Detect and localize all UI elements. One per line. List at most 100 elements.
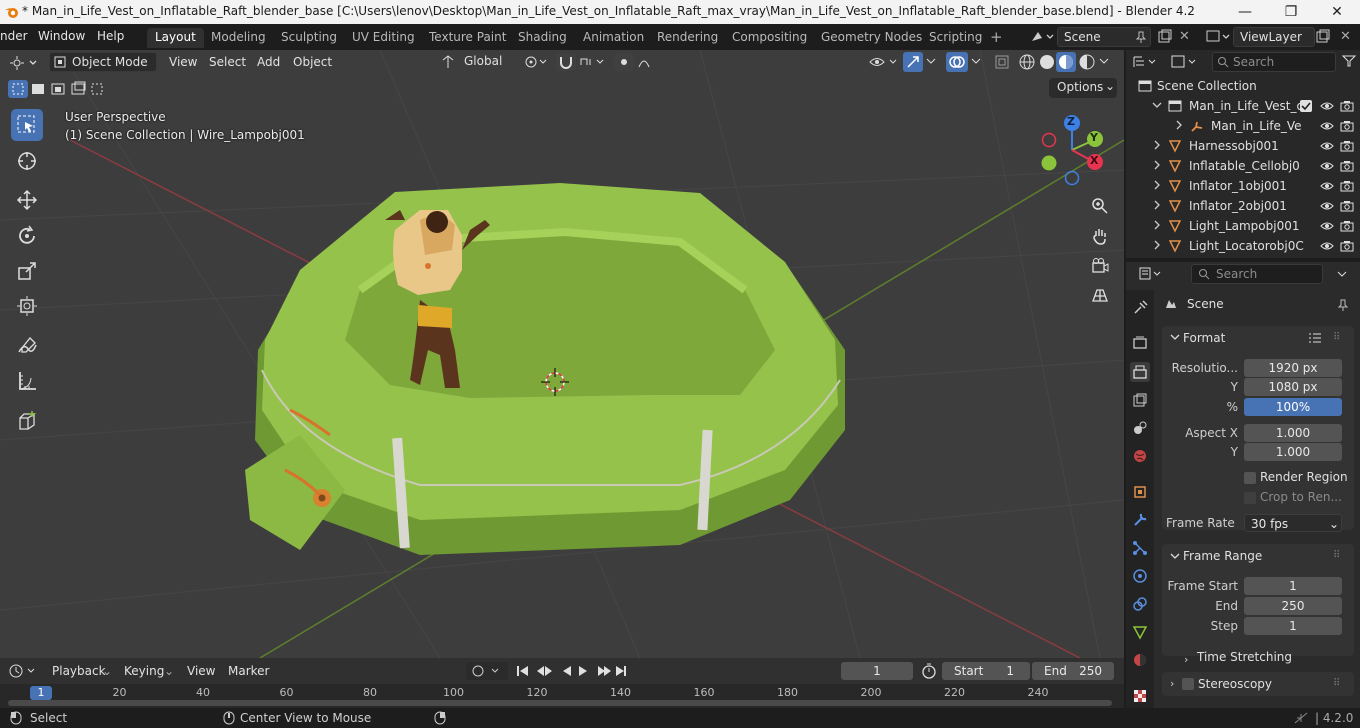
navigation-gizmo[interactable]: Z Y X xyxy=(1036,112,1108,190)
visibility-selector-icon[interactable] xyxy=(868,53,904,71)
tab-uv-editing[interactable]: UV Editing xyxy=(344,28,423,48)
scene-type-icon[interactable] xyxy=(1028,27,1056,47)
transform-orientation-selector[interactable]: Global xyxy=(458,52,514,72)
snap-target-icon[interactable] xyxy=(578,53,608,71)
view-layer-properties-tab[interactable] xyxy=(1130,390,1150,410)
outliner-row[interactable]: Man_in_Life_Ve xyxy=(1126,116,1360,136)
tab-geometry-nodes[interactable]: Geometry Nodes xyxy=(813,28,930,48)
properties-editor-type-icon[interactable] xyxy=(1138,265,1166,283)
chevron-down-icon[interactable] xyxy=(1170,551,1180,561)
add-workspace-button[interactable]: + xyxy=(990,28,1003,46)
tab-modeling[interactable]: Modeling xyxy=(203,28,274,48)
scale-tool[interactable] xyxy=(11,255,43,287)
chevron-right-icon[interactable]: › xyxy=(1170,677,1174,690)
world-properties-tab[interactable] xyxy=(1130,446,1150,466)
options-button[interactable]: Options ⌄ xyxy=(1049,78,1117,98)
resolution-percent-slider[interactable]: 100% xyxy=(1244,398,1342,416)
visibility-eye-icon[interactable] xyxy=(1320,199,1334,213)
visibility-eye-icon[interactable] xyxy=(1320,239,1334,253)
outliner-row[interactable]: Inflator_2obj001 xyxy=(1126,196,1360,216)
shading-dropdown-icon[interactable] xyxy=(1098,55,1110,67)
drag-handle-icon[interactable]: ⠿ xyxy=(1333,678,1340,689)
view-layer-icon[interactable] xyxy=(1204,28,1234,46)
view-layer-selector[interactable]: ViewLayer xyxy=(1233,27,1315,47)
tab-scripting[interactable]: Scripting xyxy=(921,28,990,48)
chevron-down-icon[interactable] xyxy=(1336,268,1348,280)
exclude-checkbox[interactable] xyxy=(1300,100,1312,112)
resolution-y-field[interactable]: 1080 px xyxy=(1244,378,1342,396)
menu-playback[interactable]: Playback xyxy=(52,664,106,678)
render-camera-icon[interactable] xyxy=(1340,119,1354,133)
menu-help[interactable]: Help xyxy=(97,29,124,43)
tab-shading[interactable]: Shading xyxy=(510,28,575,48)
menu-keying[interactable]: Keying xyxy=(124,664,164,678)
material-preview-shading-icon[interactable] xyxy=(1056,52,1076,72)
camera-view-icon[interactable] xyxy=(1087,253,1113,279)
stereoscopy-checkbox[interactable] xyxy=(1182,678,1194,690)
tab-sculpting[interactable]: Sculpting xyxy=(273,28,345,48)
menu-marker[interactable]: Marker xyxy=(228,664,269,678)
chevron-right-icon[interactable] xyxy=(1152,160,1162,170)
new-view-layer-icon[interactable] xyxy=(1315,29,1331,45)
outliner-row-scene-collection[interactable]: Scene Collection xyxy=(1126,76,1360,96)
delete-scene-icon[interactable]: ✕ xyxy=(1179,29,1193,44)
modifier-properties-tab[interactable] xyxy=(1130,510,1150,530)
data-properties-tab[interactable] xyxy=(1130,622,1150,642)
render-camera-icon[interactable] xyxy=(1340,239,1354,253)
outliner-search-input[interactable]: Search xyxy=(1212,52,1336,72)
editor-type-icon[interactable] xyxy=(10,54,42,72)
delete-view-layer-icon[interactable]: ✕ xyxy=(1340,29,1354,44)
pin-icon[interactable] xyxy=(1134,30,1148,44)
outliner-row[interactable]: Man_in_Life_Vest_o xyxy=(1126,96,1360,116)
presets-list-icon[interactable] xyxy=(1308,331,1322,345)
outliner-row[interactable]: Inflator_1obj001 xyxy=(1126,176,1360,196)
minimize-button[interactable]: — xyxy=(1222,0,1268,24)
proportional-editing-icon[interactable] xyxy=(614,53,634,71)
particles-properties-tab[interactable] xyxy=(1130,538,1150,558)
visibility-eye-icon[interactable] xyxy=(1320,159,1334,173)
object-properties-tab[interactable] xyxy=(1130,482,1150,502)
drag-handle-icon[interactable]: ⠿ xyxy=(1333,332,1340,343)
tab-animation[interactable]: Animation xyxy=(575,28,652,48)
visibility-eye-icon[interactable] xyxy=(1320,219,1334,233)
auto-keying-toggle[interactable] xyxy=(466,662,508,680)
frame-start-field[interactable]: 1 xyxy=(1244,577,1342,595)
frame-rate-selector[interactable]: 30 fps ⌄ xyxy=(1244,514,1342,532)
tab-texture-paint[interactable]: Texture Paint xyxy=(421,28,514,48)
proportional-falloff-icon[interactable] xyxy=(636,53,664,71)
add-cube-tool[interactable] xyxy=(11,405,43,437)
pivot-point-icon[interactable] xyxy=(523,54,549,70)
chevron-right-icon[interactable] xyxy=(1152,240,1162,250)
annotate-tool[interactable] xyxy=(11,330,43,362)
render-camera-icon[interactable] xyxy=(1340,179,1354,193)
stopwatch-icon[interactable] xyxy=(920,662,938,680)
texture-properties-tab[interactable] xyxy=(1130,686,1150,706)
orthographic-toggle-icon[interactable] xyxy=(1087,283,1113,309)
aspect-y-field[interactable]: 1.000 xyxy=(1244,443,1342,461)
end-frame-field[interactable]: End 250 xyxy=(1032,662,1114,680)
outliner-row[interactable]: Light_Locatorobj0C xyxy=(1126,236,1360,256)
visibility-eye-icon[interactable] xyxy=(1320,179,1334,193)
overlays-toggle-icon[interactable] xyxy=(946,52,968,72)
outliner-row[interactable]: Harnessobj001 xyxy=(1126,136,1360,156)
menu-timeline-view[interactable]: View xyxy=(187,664,215,678)
jump-to-start-button[interactable] xyxy=(512,662,532,680)
chevron-down-icon[interactable] xyxy=(1170,332,1180,342)
format-header[interactable]: Format xyxy=(1183,331,1225,345)
menu-select[interactable]: Select xyxy=(209,55,246,69)
start-frame-field[interactable]: Start 1 xyxy=(942,662,1030,680)
chevron-down-icon[interactable] xyxy=(1152,100,1162,110)
resolution-x-field[interactable]: 1920 px xyxy=(1244,359,1342,377)
visibility-eye-icon[interactable] xyxy=(1320,139,1334,153)
timeline-editor-type-icon[interactable] xyxy=(8,662,40,680)
chevron-right-icon[interactable] xyxy=(1152,220,1162,230)
render-camera-icon[interactable] xyxy=(1340,139,1354,153)
wireframe-shading-icon[interactable] xyxy=(1018,53,1036,71)
render-region-checkbox[interactable] xyxy=(1244,472,1256,484)
chevron-right-icon[interactable]: › xyxy=(1184,653,1188,666)
tab-compositing[interactable]: Compositing xyxy=(724,28,815,48)
visibility-eye-icon[interactable] xyxy=(1320,99,1334,113)
constraints-properties-tab[interactable] xyxy=(1130,594,1150,614)
outliner-row[interactable]: Light_Lampobj001 xyxy=(1126,216,1360,236)
crop-to-render-checkbox[interactable] xyxy=(1244,492,1256,504)
